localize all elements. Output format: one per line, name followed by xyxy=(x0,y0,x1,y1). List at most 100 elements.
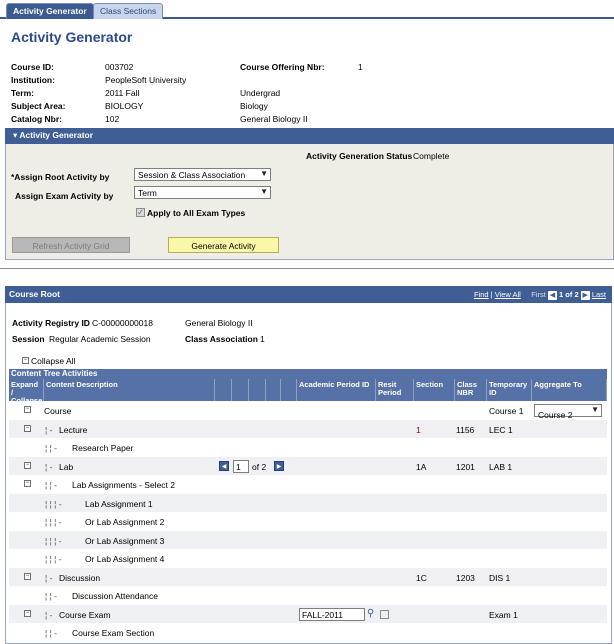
row-desc: Lab xyxy=(59,461,74,472)
table-row: ¦ ¦ ¦ - Or Lab Assignment 2 xyxy=(9,512,607,531)
table-row: − ¦ - Discussion 1C 1203 DIS 1 xyxy=(9,567,607,586)
table-row: ¦ ¦ ¦ - Lab Assignment 1 xyxy=(9,493,607,512)
row-temp: LAB 1 xyxy=(489,461,513,472)
catalog-label: Catalog Nbr: xyxy=(11,114,62,124)
col-desc: Content Description xyxy=(44,379,215,401)
table-row: − ¦ - Course Exam FALL-2011 ⚲ Exam 1 xyxy=(9,604,607,623)
page-title: Activity Generator xyxy=(11,29,133,45)
assign-exam-label: Assign Exam Activity by xyxy=(15,191,114,201)
col-expand: Expand / Collapse xyxy=(9,379,44,405)
row-desc: Research Paper xyxy=(72,443,134,453)
tab-activity-generator[interactable]: Activity Generator xyxy=(6,3,94,19)
assign-root-selected: Session & Class Association xyxy=(138,170,246,180)
search-icon[interactable]: ⚲ xyxy=(367,608,374,619)
table-row: − Course Course 1 Course 2 ▼ xyxy=(9,401,607,420)
row-section: 1C xyxy=(416,572,427,583)
generate-activity-button[interactable]: Generate Activity xyxy=(168,237,279,253)
col-agg: Aggregate To xyxy=(532,379,607,401)
academic-period-input[interactable]: FALL-2011 xyxy=(299,607,365,621)
generation-status-label: Activity Generation Status xyxy=(306,151,413,161)
tree-prefix: ¦ ¦ - xyxy=(45,443,57,453)
col-blank-2 xyxy=(232,379,249,401)
collapse-row-icon[interactable]: − xyxy=(24,424,31,432)
collapse-all-icon[interactable]: − xyxy=(22,357,29,364)
section-pager-input[interactable]: 1 xyxy=(233,459,249,473)
term-label: Term: xyxy=(11,88,34,98)
career-value: Undergrad xyxy=(240,88,281,98)
assign-root-select[interactable]: Session & Class Association ▼ xyxy=(134,168,271,181)
row-section[interactable]: 1 xyxy=(416,425,421,435)
collapse-row-icon[interactable]: − xyxy=(24,406,31,413)
subject-desc: Biology xyxy=(240,101,268,111)
collapse-row-icon[interactable]: − xyxy=(24,572,31,580)
table-row: ¦ ¦ - Discussion Attendance xyxy=(9,586,607,605)
assign-exam-selected: Term xyxy=(138,188,157,198)
course-offering-label: Course Offering Nbr: xyxy=(240,62,325,72)
row-desc: Discussion xyxy=(59,572,101,583)
assign-exam-select[interactable]: Term ▼ xyxy=(134,186,271,199)
col-nbr: Class NBR xyxy=(455,379,487,401)
collapse-row-icon[interactable]: − xyxy=(24,609,31,617)
row-temp: Exam 1 xyxy=(489,609,518,620)
tree-prefix: ¦ ¦ - xyxy=(45,628,57,638)
registry-label: Activity Registry ID xyxy=(12,318,90,328)
previous-page-icon[interactable]: ◀ xyxy=(547,291,557,300)
row-desc: Or Lab Assignment 4 xyxy=(85,554,165,564)
col-period: Academic Period ID xyxy=(297,379,376,401)
row-desc: Lab Assignments - Select 2 xyxy=(72,480,176,490)
tree-prefix: ¦ - xyxy=(45,461,53,472)
previous-section-icon[interactable]: ◀ xyxy=(219,460,229,471)
institution-value: PeopleSoft University xyxy=(105,75,187,85)
next-page-icon[interactable]: ▶ xyxy=(580,291,590,300)
tab-bar: Activity Generator Class Sections xyxy=(0,0,614,19)
course-id-value: 003702 xyxy=(105,62,134,72)
tree-prefix: ¦ - xyxy=(45,609,53,620)
row-temp: LEC 1 xyxy=(489,424,513,435)
class-association-value: 1 xyxy=(260,334,265,344)
collapse-all-link[interactable]: Collapse All xyxy=(31,356,75,366)
tree-prefix: ¦ ¦ - xyxy=(45,591,57,601)
apply-all-exam-label: Apply to All Exam Types xyxy=(147,208,246,218)
row-nbr: 1156 xyxy=(456,424,475,435)
chevron-down-icon: ▼ xyxy=(260,169,268,178)
apply-all-exam-checkbox[interactable]: ✓ xyxy=(136,208,145,217)
row-desc: Lab Assignment 1 xyxy=(85,498,153,509)
aggregate-to-select[interactable]: Course 2 ▼ xyxy=(534,404,602,420)
course-root-title: Course Root xyxy=(9,289,60,299)
section-divider xyxy=(0,268,614,269)
table-row: − ¦ ¦ - Lab Assignments - Select 2 xyxy=(9,475,607,494)
term-value: 2011 Fall xyxy=(105,88,140,98)
session-value: Regular Academic Session xyxy=(49,334,151,344)
section-pager-of: of 2 xyxy=(252,461,267,472)
row-nbr: 1201 xyxy=(456,461,475,472)
resit-checkbox[interactable] xyxy=(380,609,389,619)
row-desc: Course xyxy=(44,406,72,416)
table-row: − ¦ - Lab ◀ 1 of 2 ▶ 1A 1201 LAB 1 xyxy=(9,456,607,475)
col-section: Section xyxy=(414,379,455,401)
row-desc: Course Exam Section xyxy=(72,628,155,638)
tree-prefix: ¦ ¦ ¦ - xyxy=(45,554,62,564)
row-desc: Course Exam xyxy=(59,609,111,620)
last-link[interactable]: Last xyxy=(592,290,606,299)
assign-root-label: *Assign Root Activity by xyxy=(11,172,110,182)
view-all-link[interactable]: View All xyxy=(495,290,521,299)
refresh-activity-grid-button[interactable]: Refresh Activity Grid xyxy=(12,237,130,253)
course-id-label: Course ID: xyxy=(11,62,54,72)
content-tree-grid-title: Content Tree Activities xyxy=(9,369,607,379)
chevron-down-icon: ▼ xyxy=(260,187,268,196)
find-link[interactable]: Find xyxy=(474,290,489,299)
table-row: − ¦ - Lecture 1 1156 LEC 1 xyxy=(9,419,607,438)
collapse-row-icon[interactable]: − xyxy=(24,480,31,487)
col-blank-5 xyxy=(281,379,297,401)
course-offering-value: 1 xyxy=(358,62,363,72)
next-section-icon[interactable]: ▶ xyxy=(274,460,284,471)
collapse-row-icon[interactable]: − xyxy=(24,461,31,469)
course-root-header: Course Root Find | View All First ◀ 1 of… xyxy=(5,286,612,303)
catalog-value: 102 xyxy=(105,114,120,124)
catalog-desc: General Biology II xyxy=(240,114,308,124)
generator-panel-header[interactable]: ▾ Activity Generator xyxy=(5,128,614,144)
tab-class-sections[interactable]: Class Sections xyxy=(93,3,164,19)
table-row: ¦ ¦ ¦ - Or Lab Assignment 3 xyxy=(9,530,607,549)
col-temp: Temporary ID xyxy=(487,379,532,401)
registry-desc: General Biology II xyxy=(185,318,253,328)
